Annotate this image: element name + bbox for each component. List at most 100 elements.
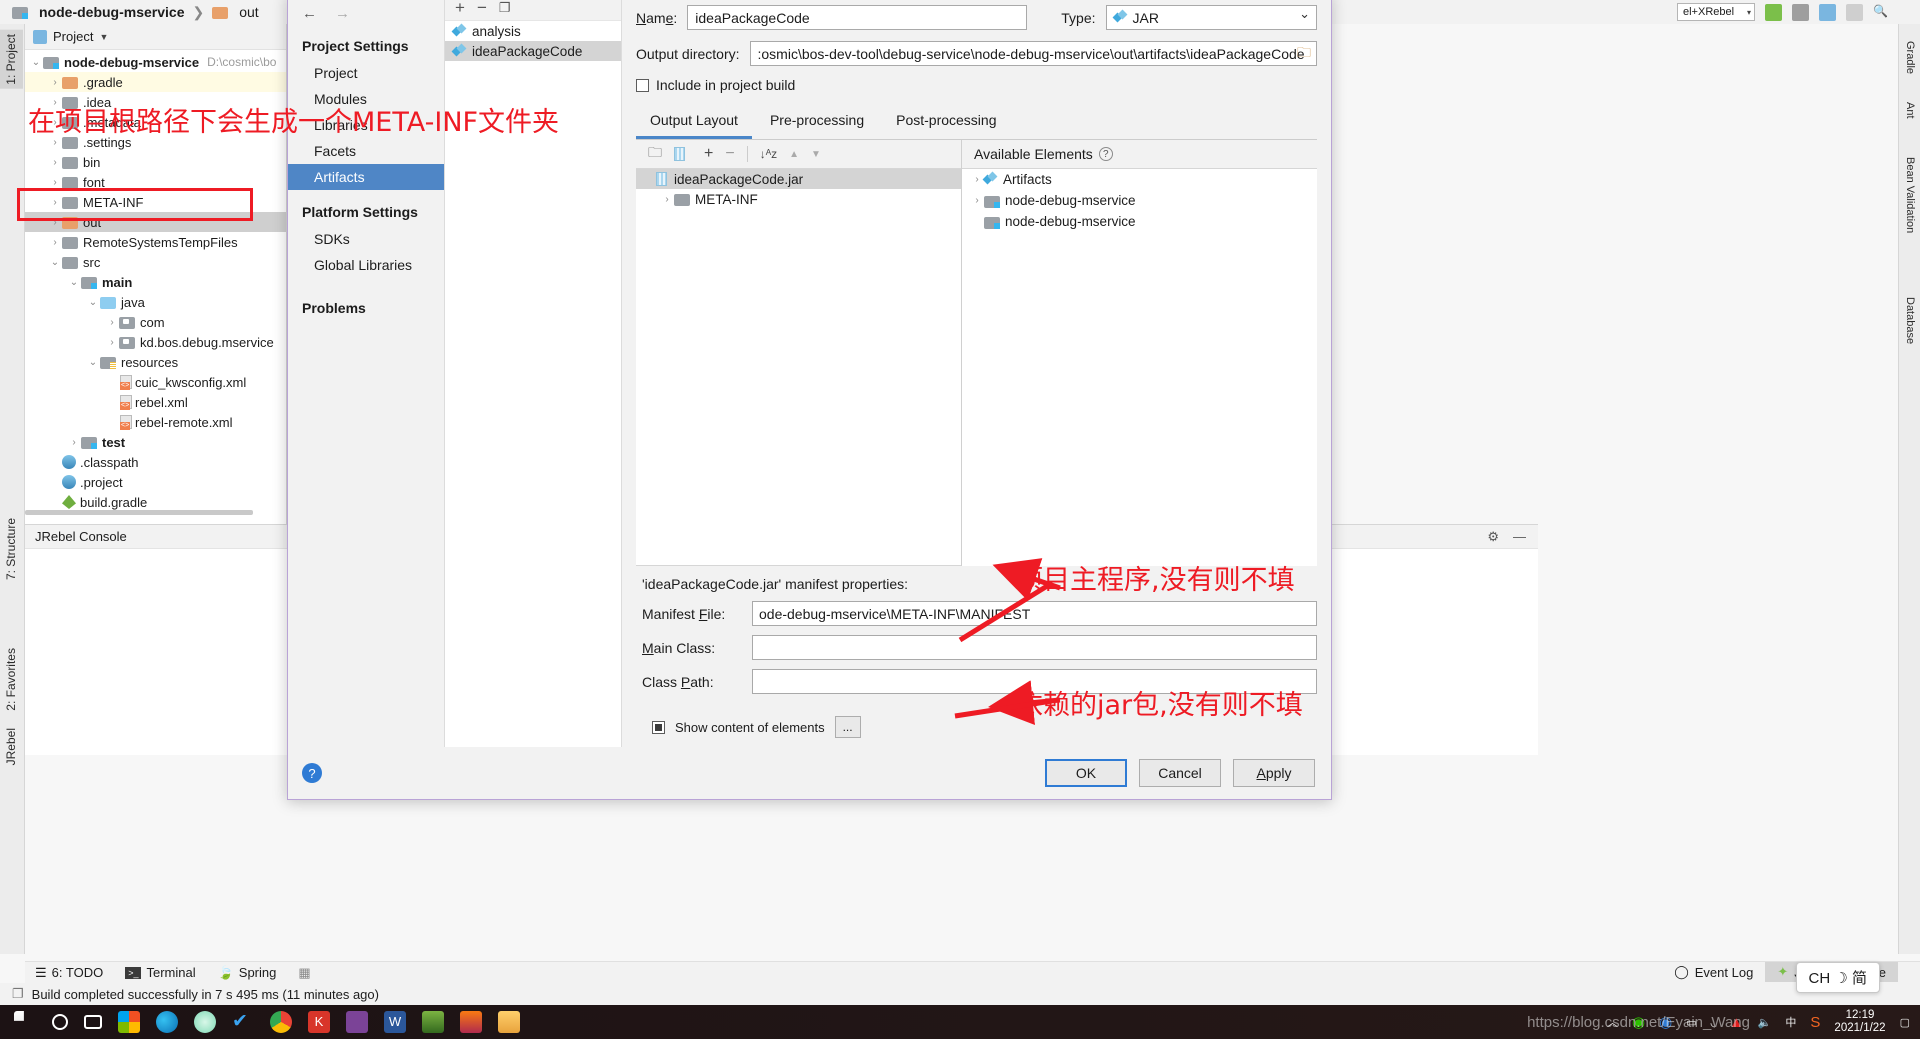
class-path-input[interactable] xyxy=(752,669,1317,694)
chevron-right-icon[interactable]: › xyxy=(660,194,674,205)
tree-item-cuic-kwsconfig-xml[interactable]: cuic_kwsconfig.xml xyxy=(25,372,286,392)
chevron-right-icon[interactable]: › xyxy=(48,137,62,148)
chevron-up-icon[interactable]: ︿ xyxy=(1607,1014,1618,1030)
include-in-build-checkbox[interactable] xyxy=(636,78,649,92)
nav-item-sdks[interactable]: SDKs xyxy=(288,226,444,252)
apply-button[interactable]: Apply xyxy=(1233,759,1315,787)
bottom-tool-extra[interactable]: ▦ xyxy=(298,965,310,981)
sidebar-item-jrebel[interactable]: JRebel xyxy=(0,724,23,769)
sidebar-item-project[interactable]: 1: Project xyxy=(0,30,23,89)
tree-item-rebel-xml[interactable]: rebel.xml xyxy=(25,392,286,412)
tree-item-kd-bos-debug-mservice[interactable]: › kd.bos.debug.mservice xyxy=(25,332,286,352)
artifact-item-ideapackagecode[interactable]: ideaPackageCode xyxy=(445,41,621,61)
tree-item-idea[interactable]: › .idea xyxy=(25,92,286,112)
chevron-right-icon[interactable]: › xyxy=(48,97,62,108)
task-view-icon[interactable] xyxy=(84,1015,102,1029)
sogou-icon[interactable]: S xyxy=(1810,1014,1820,1031)
chevron-right-icon[interactable]: › xyxy=(105,317,119,328)
settings-gear-icon[interactable]: ⚙ xyxy=(1487,529,1499,545)
chevron-right-icon[interactable]: › xyxy=(105,337,119,348)
output-directory-input[interactable]: :osmic\bos-dev-tool\debug-service\node-d… xyxy=(749,41,1317,66)
available-element-artifacts[interactable]: › Artifacts xyxy=(962,169,1317,190)
bottom-tool-todo[interactable]: ☰ 6: TODO xyxy=(35,965,103,981)
include-in-build-row[interactable]: Include in project build xyxy=(636,77,1317,93)
move-up-icon[interactable]: ▲ xyxy=(789,149,799,160)
create-archive-icon[interactable] xyxy=(674,147,685,161)
chevron-right-icon[interactable]: › xyxy=(970,195,984,206)
tree-item-build-gradle[interactable]: build.gradle xyxy=(25,492,286,515)
horizontal-scrollbar[interactable] xyxy=(25,510,253,515)
wifi-icon[interactable]: ◟ xyxy=(1711,1016,1715,1029)
chrome-icon[interactable] xyxy=(270,1011,292,1033)
chevron-right-icon[interactable]: › xyxy=(48,77,62,88)
tree-item-bin[interactable]: › bin xyxy=(25,152,286,172)
word-icon[interactable]: W xyxy=(384,1011,406,1033)
remove-icon[interactable]: − xyxy=(725,145,734,163)
layout-icon[interactable] xyxy=(1819,3,1836,21)
sidebar-item-gradle[interactable]: Gradle xyxy=(1901,38,1919,77)
project-file-tree[interactable]: ⌄ node-debug-mservice D:\cosmic\bo › .gradle… xyxy=(25,50,286,515)
tree-item-resources[interactable]: ⌄ resources xyxy=(25,352,286,372)
output-layout-tree[interactable]: ideaPackageCode.jar › META-INF xyxy=(636,168,961,566)
artifact-item-analysis[interactable]: analysis xyxy=(445,21,621,41)
ok-button[interactable]: OK xyxy=(1045,759,1127,787)
chevron-down-icon[interactable]: ⌄ xyxy=(29,57,43,68)
tree-item-com[interactable]: › com xyxy=(25,312,286,332)
remove-icon[interactable]: − xyxy=(477,0,487,18)
tab-output-layout[interactable]: Output Layout xyxy=(636,105,752,139)
nav-item-artifacts[interactable]: Artifacts xyxy=(288,164,444,190)
breadcrumb-child[interactable]: out xyxy=(212,4,259,20)
app-icon[interactable] xyxy=(194,1011,216,1033)
chevron-right-icon[interactable]: › xyxy=(48,117,62,128)
chevron-down-icon[interactable]: ⌄ xyxy=(67,277,81,288)
tab-pre-processing[interactable]: Pre-processing xyxy=(756,105,878,139)
kingsoft-icon[interactable]: K xyxy=(308,1011,330,1033)
antivirus-icon[interactable]: ▲ xyxy=(1729,1014,1744,1031)
chevron-right-icon[interactable]: › xyxy=(48,237,62,248)
taskbar-clock[interactable]: 12:19 2021/1/22 xyxy=(1834,1009,1885,1035)
nav-item-global-libraries[interactable]: Global Libraries xyxy=(288,252,444,278)
chevron-down-icon[interactable]: ▼ xyxy=(99,32,108,42)
arrow-left-icon[interactable]: ← xyxy=(302,5,317,22)
search-icon[interactable] xyxy=(52,1014,68,1030)
onenote-icon[interactable] xyxy=(346,1011,368,1033)
layout-tree-item-meta-inf[interactable]: › META-INF xyxy=(636,189,961,209)
notifications-icon[interactable]: ▢ xyxy=(1900,1016,1910,1029)
nav-item-modules[interactable]: Modules xyxy=(288,86,444,112)
artifact-name-input[interactable]: ideaPackageCode xyxy=(687,5,1028,30)
available-element-node-debug-mservice[interactable]: node-debug-mservice xyxy=(962,211,1317,232)
chevron-down-icon[interactable]: ⌄ xyxy=(86,297,100,308)
chevron-down-icon[interactable]: ⌄ xyxy=(48,257,62,268)
folder-browse-icon[interactable]: 🗀 xyxy=(1297,42,1311,65)
explorer-icon[interactable] xyxy=(498,1011,520,1033)
minimize-icon[interactable]: — xyxy=(1513,529,1526,545)
jrebel-icon[interactable] xyxy=(1765,3,1782,21)
nav-item-facets[interactable]: Facets xyxy=(288,138,444,164)
layout-tree-item-ideapackagecode-jar[interactable]: ideaPackageCode.jar xyxy=(636,169,961,189)
tree-item-test[interactable]: › test xyxy=(25,432,286,452)
chevron-right-icon[interactable]: › xyxy=(48,177,62,188)
idea-icon[interactable] xyxy=(460,1011,482,1033)
arrow-right-icon[interactable]: → xyxy=(335,5,350,22)
show-content-options-button[interactable]: ... xyxy=(834,716,861,738)
sort-az-icon[interactable]: ↓ᴬz xyxy=(760,147,777,161)
tree-item-node-debug-mservice[interactable]: ⌄ node-debug-mservice D:\cosmic\bo xyxy=(25,52,286,72)
sidebar-item-bean-validation[interactable]: Bean Validation xyxy=(1901,154,1919,236)
tree-item-rebel-remote-xml[interactable]: rebel-remote.xml xyxy=(25,412,286,432)
tree-item-settings[interactable]: › .settings xyxy=(25,132,286,152)
nav-item-libraries[interactable]: Libraries xyxy=(288,112,444,138)
wechat-icon[interactable]: ◉ xyxy=(1632,1013,1645,1031)
ime-icon[interactable]: 中 xyxy=(1785,1014,1796,1030)
preview-icon[interactable] xyxy=(1846,3,1863,21)
chevron-right-icon[interactable]: › xyxy=(48,157,62,168)
bottom-tool-spring[interactable]: 🍃 Spring xyxy=(218,965,277,981)
tree-item-remotesystemstempfiles[interactable]: › RemoteSystemsTempFiles xyxy=(25,232,286,252)
add-icon[interactable]: + xyxy=(455,0,465,18)
help-icon[interactable]: ? xyxy=(302,763,322,783)
nav-item-project[interactable]: Project xyxy=(288,60,444,86)
bottom-tool-event-log[interactable]: ◯ Event Log xyxy=(1662,962,1765,982)
show-content-checkbox[interactable] xyxy=(652,720,665,734)
battery-icon[interactable]: ▭ xyxy=(1686,1016,1696,1029)
sidebar-item-ant[interactable]: Ant xyxy=(1901,99,1919,122)
main-class-input[interactable] xyxy=(752,635,1317,660)
